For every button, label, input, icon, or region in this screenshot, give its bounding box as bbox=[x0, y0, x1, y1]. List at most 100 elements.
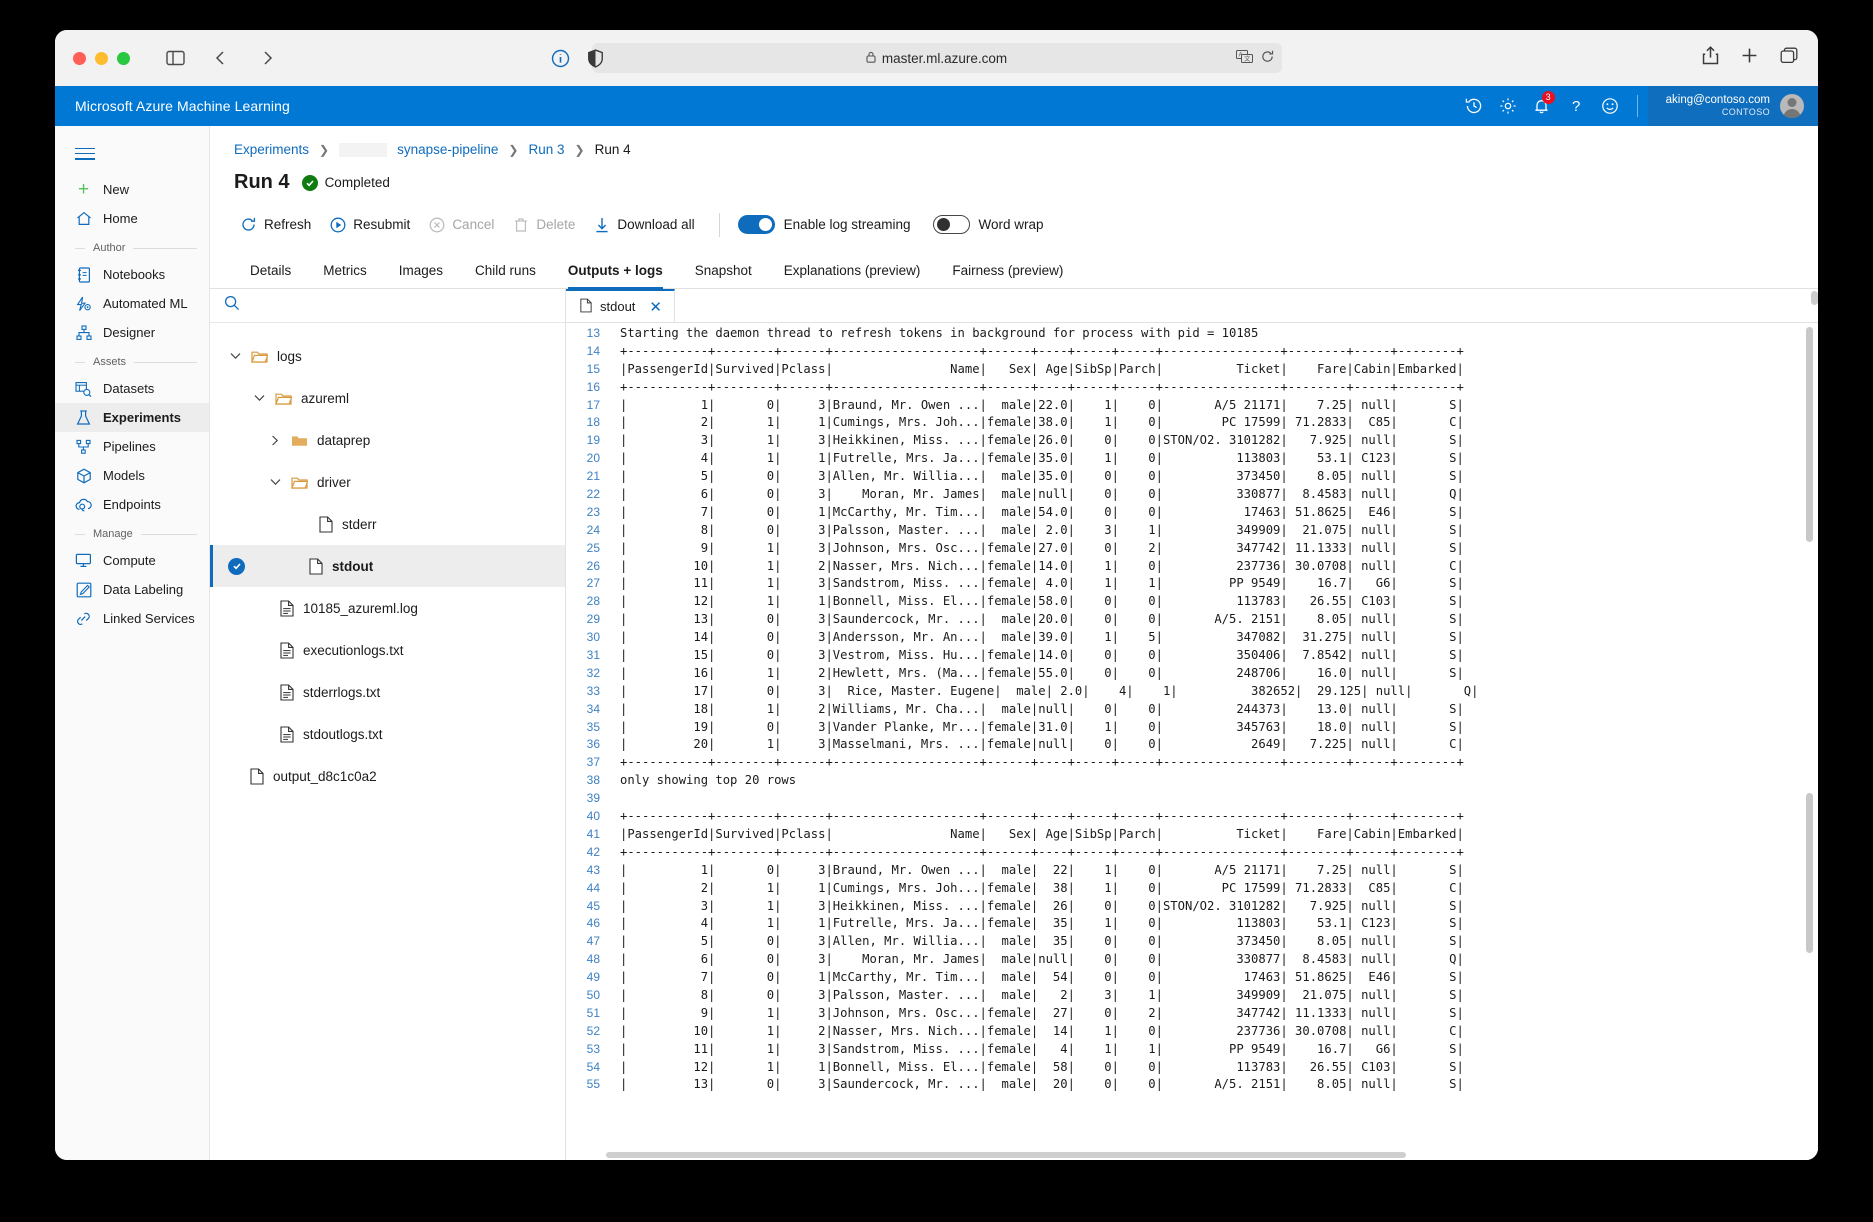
selected-check-icon bbox=[228, 558, 245, 575]
log-body[interactable]: 13Starting the daemon thread to refresh … bbox=[566, 323, 1818, 1160]
word-wrap-toggle[interactable]: Word wrap bbox=[933, 215, 1044, 234]
file-lines-icon bbox=[280, 642, 294, 659]
tab-explanations[interactable]: Explanations (preview) bbox=[768, 257, 937, 288]
log-line: 23| 7| 0| 1|McCarthy, Mr. Tim...| male|5… bbox=[566, 504, 1818, 522]
tree-node-label: stderr bbox=[342, 517, 377, 532]
sidebar-item-home[interactable]: Home bbox=[55, 204, 209, 233]
privacy-shield-icon[interactable] bbox=[582, 45, 608, 71]
file-icon bbox=[319, 516, 333, 533]
tree-node-stderrlogs-txt[interactable]: stderrlogs.txt bbox=[210, 671, 597, 713]
tab-fairness[interactable]: Fairness (preview) bbox=[936, 257, 1079, 288]
avatar[interactable] bbox=[1780, 94, 1804, 118]
close-window-button[interactable] bbox=[73, 52, 86, 65]
tab-outputs-logs[interactable]: Outputs + logs bbox=[552, 257, 679, 288]
log-line-text: | 6| 0| 3| Moran, Mr. James| male|null| … bbox=[612, 951, 1464, 969]
breadcrumb-item-experiments[interactable]: Experiments bbox=[234, 142, 309, 157]
share-icon[interactable] bbox=[1702, 46, 1719, 70]
sidebar-item-pipelines[interactable]: Pipelines bbox=[55, 432, 209, 461]
download-all-button[interactable]: Download all bbox=[587, 210, 706, 239]
log-line: 34| 18| 1| 2|Williams, Mr. Cha...| male|… bbox=[566, 701, 1818, 719]
sidebar-item-notebooks[interactable]: Notebooks bbox=[55, 260, 209, 289]
enable-log-streaming-toggle[interactable]: Enable log streaming bbox=[738, 215, 911, 234]
gear-icon[interactable] bbox=[1491, 86, 1525, 126]
sidebar-toggle-icon[interactable] bbox=[162, 45, 188, 71]
chevron-down-icon[interactable] bbox=[228, 349, 242, 363]
tree-node-stdoutlogs-txt[interactable]: stdoutlogs.txt bbox=[210, 713, 597, 755]
tab-metrics[interactable]: Metrics bbox=[307, 257, 383, 288]
sidebar-item-models[interactable]: Models bbox=[55, 461, 209, 490]
sidebar-group-manage: Manage bbox=[55, 519, 209, 546]
minimize-window-button[interactable] bbox=[95, 52, 108, 65]
log-line: 33| 17| 0| 3| Rice, Master. Eugene| male… bbox=[566, 683, 1818, 701]
tab-child-runs[interactable]: Child runs bbox=[459, 257, 552, 288]
scrollbar-thumb[interactable] bbox=[606, 1152, 1406, 1158]
sidebar-item-new[interactable]: + New bbox=[55, 175, 209, 204]
resubmit-button[interactable]: Resubmit bbox=[323, 210, 422, 239]
log-scroll-area[interactable]: 13Starting the daemon thread to refresh … bbox=[566, 323, 1818, 1160]
history-icon[interactable] bbox=[1457, 86, 1491, 126]
back-arrow-icon[interactable] bbox=[208, 45, 234, 71]
close-icon[interactable]: ✕ bbox=[649, 298, 662, 316]
forward-arrow-icon[interactable] bbox=[254, 45, 280, 71]
log-line: 38only showing top 20 rows bbox=[566, 772, 1818, 790]
sidebar-item-datasets[interactable]: Datasets bbox=[55, 374, 209, 403]
breadcrumb-item-synapse-pipeline[interactable]: synapse-pipeline bbox=[397, 142, 498, 157]
search-icon[interactable] bbox=[224, 295, 240, 316]
refresh-button[interactable]: Refresh bbox=[234, 210, 323, 239]
page-vertical-scrollbar[interactable] bbox=[1810, 289, 1818, 1160]
log-line-number: 29 bbox=[566, 611, 612, 629]
breadcrumb-item-run-3[interactable]: Run 3 bbox=[528, 142, 564, 157]
reader-mode-icon[interactable] bbox=[547, 45, 573, 71]
tree-node-driver[interactable]: driver bbox=[210, 461, 597, 503]
tree-node-output-d8c1c0a2[interactable]: output_d8c1c0a2 bbox=[210, 755, 597, 797]
chevron-down-icon[interactable] bbox=[268, 475, 282, 489]
tree-node-executionlogs-txt[interactable]: executionlogs.txt bbox=[210, 629, 597, 671]
tree-node-dataprep[interactable]: dataprep bbox=[210, 419, 597, 461]
sidebar-item-automated-ml[interactable]: Automated ML bbox=[55, 289, 209, 318]
log-tab-label: stdout bbox=[600, 299, 635, 314]
folder-icon bbox=[275, 391, 292, 406]
notification-badge: 3 bbox=[1542, 91, 1555, 104]
plus-icon[interactable] bbox=[1741, 47, 1758, 69]
bell-icon[interactable]: 3 bbox=[1525, 86, 1559, 126]
tab-details[interactable]: Details bbox=[234, 257, 307, 288]
sidebar-item-endpoints[interactable]: Endpoints bbox=[55, 490, 209, 519]
feedback-smiley-icon[interactable] bbox=[1593, 86, 1627, 126]
tree-node-10185-azureml-log[interactable]: 10185_azureml.log bbox=[210, 587, 597, 629]
log-horizontal-scrollbar[interactable] bbox=[566, 1151, 1818, 1160]
sidebar-item-data-labeling[interactable]: Data Labeling bbox=[55, 575, 209, 604]
sidebar-item-compute[interactable]: Compute bbox=[55, 546, 209, 575]
account-button[interactable]: aking@contoso.com CONTOSO bbox=[1648, 86, 1818, 126]
maximize-window-button[interactable] bbox=[117, 52, 130, 65]
tab-images[interactable]: Images bbox=[383, 257, 459, 288]
scrollbar-thumb[interactable] bbox=[1811, 291, 1818, 305]
chevron-down-icon[interactable] bbox=[252, 391, 266, 405]
help-icon[interactable]: ? bbox=[1559, 86, 1593, 126]
translate-icon[interactable]: A文 bbox=[1236, 50, 1253, 66]
tree-node-stdout[interactable]: stdout bbox=[210, 545, 597, 587]
log-line-text: | 1| 0| 3|Braund, Mr. Owen ...| male|22.… bbox=[612, 397, 1464, 415]
tab-snapshot[interactable]: Snapshot bbox=[679, 257, 768, 288]
hamburger-menu-icon[interactable] bbox=[55, 134, 209, 175]
log-line-number: 40 bbox=[566, 808, 612, 826]
tree-node-logs[interactable]: logs bbox=[210, 335, 597, 377]
log-line-number: 25 bbox=[566, 540, 612, 558]
log-line-number: 39 bbox=[566, 790, 612, 808]
sidebar-item-experiments[interactable]: Experiments bbox=[55, 403, 209, 432]
file-search-bar[interactable]: « bbox=[210, 289, 597, 323]
toggle-switch[interactable] bbox=[933, 215, 970, 234]
breadcrumb-separator: ❯ bbox=[508, 143, 518, 157]
sidebar-item-designer[interactable]: Designer bbox=[55, 318, 209, 347]
window-controls[interactable] bbox=[73, 52, 130, 65]
address-bar[interactable]: master.ml.azure.com A文 bbox=[592, 43, 1282, 73]
tab-overview-icon[interactable] bbox=[1780, 47, 1798, 69]
chevron-right-icon[interactable] bbox=[268, 433, 282, 447]
tree-node-azureml[interactable]: azureml bbox=[210, 377, 597, 419]
tree-node-stderr[interactable]: stderr bbox=[210, 503, 597, 545]
file-lines-icon bbox=[280, 684, 294, 701]
toggle-switch[interactable] bbox=[738, 215, 775, 234]
log-line: 20| 4| 1| 1|Futrelle, Mrs. Ja...|female|… bbox=[566, 450, 1818, 468]
reload-icon[interactable] bbox=[1261, 50, 1274, 66]
sidebar-item-linked-services[interactable]: Linked Services bbox=[55, 604, 209, 633]
log-tab-stdout[interactable]: stdout ✕ bbox=[566, 289, 675, 322]
